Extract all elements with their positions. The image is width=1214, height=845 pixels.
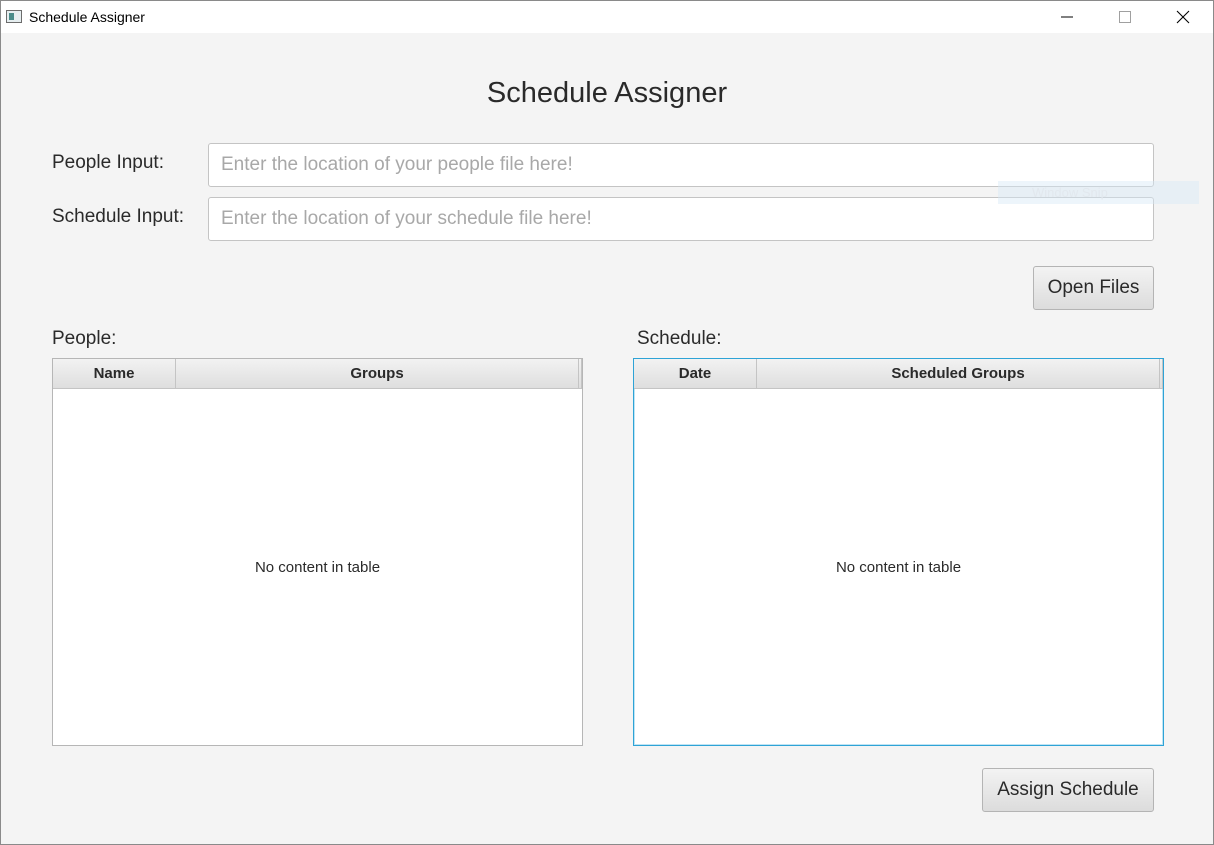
people-table-header: Name Groups	[53, 359, 582, 389]
column-header-groups[interactable]: Groups	[176, 359, 579, 388]
open-files-button[interactable]: Open Files	[1033, 266, 1154, 310]
window-title: Schedule Assigner	[29, 9, 145, 25]
assign-schedule-button[interactable]: Assign Schedule	[982, 768, 1154, 812]
schedule-table-label: Schedule:	[637, 328, 722, 349]
minimize-icon	[1061, 16, 1073, 18]
window-snip-tooltip: Window Snip	[998, 181, 1199, 204]
minimize-button[interactable]	[1038, 1, 1096, 33]
schedule-table-header: Date Scheduled Groups	[634, 359, 1163, 389]
people-table[interactable]: Name Groups No content in table	[52, 358, 583, 746]
schedule-table-empty-message: No content in table	[835, 559, 962, 576]
people-input-label: People Input:	[52, 152, 164, 173]
page-title: Schedule Assigner	[486, 77, 728, 109]
header-filler	[1160, 359, 1163, 388]
schedule-input-label: Schedule Input:	[52, 206, 185, 227]
maximize-icon	[1119, 11, 1131, 23]
app-window-icon	[6, 10, 22, 23]
maximize-button[interactable]	[1096, 1, 1154, 33]
column-header-date[interactable]: Date	[634, 359, 757, 388]
people-table-empty-message: No content in table	[254, 559, 381, 576]
column-header-name[interactable]: Name	[53, 359, 176, 388]
header-filler	[579, 359, 582, 388]
app-window: Schedule Assigner Schedule Assigner Peop…	[0, 0, 1214, 845]
schedule-table[interactable]: Date Scheduled Groups No content in tabl…	[633, 358, 1164, 746]
close-icon	[1176, 10, 1190, 24]
people-table-label: People:	[52, 328, 117, 349]
column-header-scheduled-groups[interactable]: Scheduled Groups	[757, 359, 1160, 388]
title-bar[interactable]: Schedule Assigner	[1, 1, 1213, 33]
close-button[interactable]	[1154, 1, 1212, 33]
